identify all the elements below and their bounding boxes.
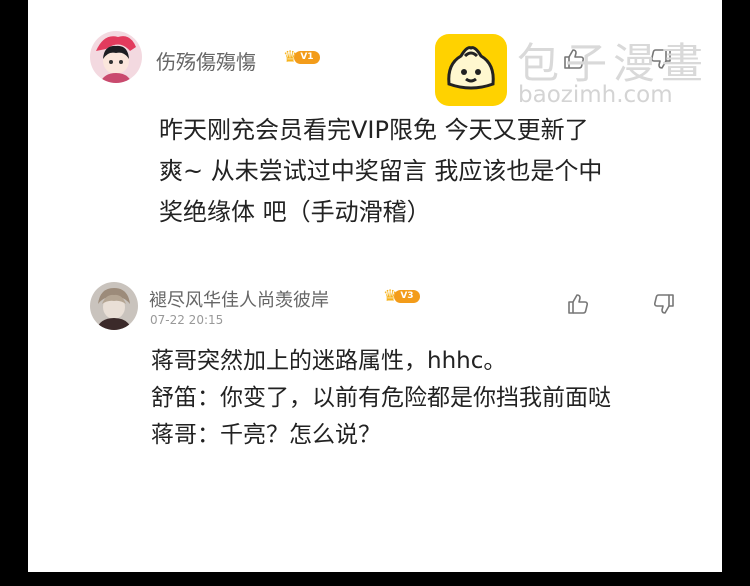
comment-body: 昨天刚充会员看完VIP限免 今天又更新了 爽~ 从未尝试过中奖留言 我应该也是个… — [159, 116, 603, 226]
watermark-url: baozimh.com — [518, 82, 673, 108]
like-icon[interactable] — [565, 291, 591, 317]
avatar[interactable] — [90, 31, 142, 83]
comment-body: 蒋哥突然加上的迷路属性，hhhc。 舒笛：你变了，以前有危险都是你挡我前面哒 蒋… — [151, 348, 611, 448]
dislike-icon[interactable] — [651, 291, 677, 317]
comment-username[interactable]: 褪尽风华佳人尚羡彼岸 — [149, 286, 329, 312]
avatar[interactable] — [90, 282, 138, 330]
baozi-logo-icon — [435, 34, 507, 106]
vip-level-badge: ♛ V1 — [283, 49, 320, 65]
comment-timestamp: 07-22 20:15 — [150, 313, 224, 327]
comment-panel: 伤殇傷殤慯 ♛ V1 昨天刚充会员看完VIP限免 今天又更新了 爽~ 从未尝试过… — [28, 0, 722, 572]
vip-level-badge: ♛ V3 — [383, 288, 420, 304]
comment-username[interactable]: 伤殇傷殤慯 — [156, 46, 256, 75]
